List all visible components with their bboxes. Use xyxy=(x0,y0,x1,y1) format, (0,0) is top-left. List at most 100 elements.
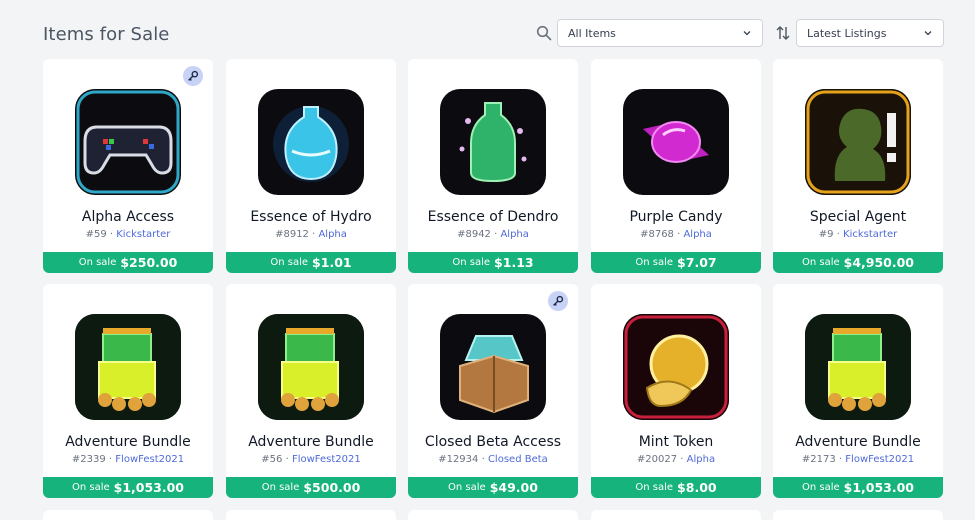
gamepad-art xyxy=(76,90,180,194)
sale-price-bar[interactable]: On sale $250.00 xyxy=(43,252,213,273)
item-id: #9 xyxy=(818,229,834,240)
item-image[interactable] xyxy=(75,314,181,420)
item-collection-link[interactable]: FlowFest2021 xyxy=(845,454,914,465)
sort-select[interactable]: Latest Listings xyxy=(796,19,944,47)
item-meta: #8942 · Alpha xyxy=(457,229,529,240)
category-filter-value: All Items xyxy=(568,26,616,40)
item-image[interactable] xyxy=(440,89,546,195)
sale-price-bar[interactable]: On sale $1.13 xyxy=(408,252,578,273)
item-card[interactable]: Special Agent #9 · Kickstarter On sale $4,9… xyxy=(773,59,943,273)
item-image[interactable] xyxy=(805,89,911,195)
key-badge xyxy=(183,66,203,86)
item-meta: #12934 · Closed Beta xyxy=(438,454,548,465)
item-card[interactable]: Essence of Hydro #8912 · Alpha On sale $1.0… xyxy=(226,59,396,273)
item-image[interactable] xyxy=(75,89,181,195)
bundle-art xyxy=(805,314,911,420)
sale-label: On sale xyxy=(635,257,674,268)
chevron-down-icon xyxy=(743,31,751,36)
item-collection-link[interactable]: Alpha xyxy=(318,229,346,240)
sale-label: On sale xyxy=(78,257,117,268)
item-price: $8.00 xyxy=(677,480,717,495)
key-icon xyxy=(553,295,564,306)
item-card-partial[interactable] xyxy=(43,510,213,520)
item-collection-link[interactable]: Alpha xyxy=(683,229,711,240)
item-price: $250.00 xyxy=(120,255,178,270)
item-price: $1,053.00 xyxy=(843,480,915,495)
sale-label: On sale xyxy=(452,257,491,268)
sale-price-bar[interactable]: On sale $1.01 xyxy=(226,252,396,273)
item-card[interactable]: Adventure Bundle #2173 · FlowFest2021 On s… xyxy=(773,284,943,498)
item-card-partial[interactable] xyxy=(591,510,761,520)
item-price: $1.01 xyxy=(312,255,352,270)
sale-price-bar[interactable]: On sale $49.00 xyxy=(408,477,578,498)
item-card[interactable]: Mint Token #20027 · Alpha On sale $8.00 xyxy=(591,284,761,498)
bundle-art xyxy=(258,314,364,420)
sale-label: On sale xyxy=(801,482,840,493)
item-meta: #9 · Kickstarter xyxy=(818,229,898,240)
item-image[interactable] xyxy=(258,89,364,195)
agent-art xyxy=(805,89,911,195)
page-title: Items for Sale xyxy=(43,24,170,45)
item-id: #2173 xyxy=(801,454,836,465)
item-name: Alpha Access xyxy=(81,209,175,225)
item-price: $7.07 xyxy=(677,255,717,270)
item-name: Mint Token xyxy=(638,434,714,450)
item-image[interactable] xyxy=(805,314,911,420)
item-card[interactable]: Adventure Bundle #2339 · FlowFest2021 On s… xyxy=(43,284,213,498)
item-card[interactable]: Closed Beta Access #12934 · Closed Beta On… xyxy=(408,284,578,498)
sale-price-bar[interactable]: On sale $4,950.00 xyxy=(773,252,943,273)
search-icon[interactable] xyxy=(536,25,552,41)
candy-art xyxy=(643,121,709,163)
item-name: Purple Candy xyxy=(629,209,723,225)
item-collection-link[interactable]: FlowFest2021 xyxy=(115,454,184,465)
sale-price-bar[interactable]: On sale $500.00 xyxy=(226,477,396,498)
item-card[interactable]: Purple Candy #8768 · Alpha On sale $7.07 xyxy=(591,59,761,273)
item-image[interactable] xyxy=(258,314,364,420)
sort-arrows-icon[interactable] xyxy=(775,25,791,41)
item-name: Essence of Dendro xyxy=(427,209,559,225)
item-card[interactable]: Adventure Bundle #56 · FlowFest2021 On sal… xyxy=(226,284,396,498)
sale-label: On sale xyxy=(71,482,110,493)
item-name: Essence of Hydro xyxy=(250,209,372,225)
bundle-art xyxy=(75,314,181,420)
item-meta: #56 · FlowFest2021 xyxy=(261,454,361,465)
item-card[interactable]: Essence of Dendro #8942 · Alpha On sale $1.… xyxy=(408,59,578,273)
item-card-partial[interactable] xyxy=(773,510,943,520)
item-name: Adventure Bundle xyxy=(248,434,374,450)
item-id: #20027 xyxy=(636,454,678,465)
item-collection-link[interactable]: Alpha xyxy=(687,454,715,465)
item-image[interactable] xyxy=(440,314,546,420)
item-meta: #2173 · FlowFest2021 xyxy=(801,454,915,465)
item-card-partial[interactable] xyxy=(226,510,396,520)
item-id: #8768 xyxy=(640,229,674,240)
item-card-partial[interactable] xyxy=(408,510,578,520)
sale-price-bar[interactable]: On sale $1,053.00 xyxy=(43,477,213,498)
sale-price-bar[interactable]: On sale $8.00 xyxy=(591,477,761,498)
category-filter-select[interactable]: All Items xyxy=(557,19,763,47)
sale-price-bar[interactable]: On sale $1,053.00 xyxy=(773,477,943,498)
item-name: Special Agent xyxy=(809,209,907,225)
item-id: #2339 xyxy=(71,454,106,465)
item-collection-link[interactable]: Closed Beta xyxy=(488,454,548,465)
beta-art xyxy=(459,335,529,414)
item-id: #56 xyxy=(261,454,283,465)
item-card[interactable]: Alpha Access #59 · Kickstarter On sale $250… xyxy=(43,59,213,273)
item-price: $1.13 xyxy=(494,255,534,270)
item-image[interactable] xyxy=(623,89,729,195)
item-meta: #8912 · Alpha xyxy=(275,229,347,240)
item-collection-link[interactable]: Kickstarter xyxy=(843,229,897,240)
item-image[interactable] xyxy=(623,314,729,420)
item-price: $500.00 xyxy=(303,480,361,495)
item-id: #12934 xyxy=(438,454,479,465)
item-price: $1,053.00 xyxy=(113,480,185,495)
item-collection-link[interactable]: FlowFest2021 xyxy=(292,454,361,465)
item-price: $4,950.00 xyxy=(843,255,915,270)
sale-label: On sale xyxy=(635,482,674,493)
item-name: Closed Beta Access xyxy=(424,434,562,450)
item-price: $49.00 xyxy=(489,480,538,495)
item-meta: #2339 · FlowFest2021 xyxy=(71,454,185,465)
item-id: #59 xyxy=(85,229,107,240)
item-collection-link[interactable]: Kickstarter xyxy=(116,229,170,240)
sale-price-bar[interactable]: On sale $7.07 xyxy=(591,252,761,273)
item-collection-link[interactable]: Alpha xyxy=(500,229,528,240)
